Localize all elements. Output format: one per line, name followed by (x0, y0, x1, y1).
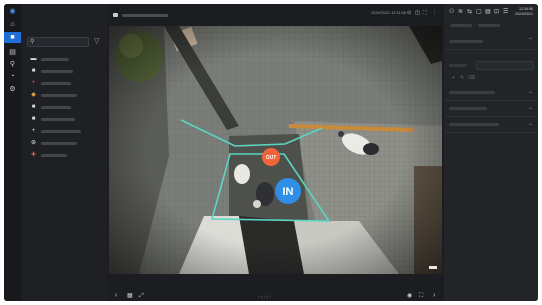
tree-item[interactable]: ■ (30, 68, 104, 75)
device-icon: ▬ (30, 56, 37, 62)
video-viewer[interactable]: OUT IN (109, 26, 442, 274)
add-icon[interactable]: + (452, 76, 455, 81)
section-label (449, 91, 495, 94)
share-icon[interactable]: ⇆ (467, 9, 472, 15)
record-icon[interactable]: ⊙ (407, 11, 411, 16)
alarm-icon[interactable]: ◔ (7, 72, 18, 81)
tree-item-label (41, 94, 77, 97)
lock-icon[interactable]: ⊡ (494, 9, 499, 15)
tree-item[interactable]: ■ (30, 116, 104, 123)
chevron-up-icon[interactable]: ⌃ (528, 37, 533, 45)
alert-icon: ✚ (30, 152, 37, 158)
live-view-nav-button[interactable]: ■ (4, 32, 21, 43)
wifi-icon[interactable]: ≋ (458, 9, 463, 15)
clock: 12:34:56 2024/03/21 (515, 7, 533, 16)
camera-icon: ■ (10, 34, 15, 41)
tree-item-label (41, 58, 69, 61)
settings-panel: ⚇ ≋ ⇆ ▢ ▤ ⊡ ☰ 12:34:56 2024/03/21 ⌃ + ✎ … (444, 4, 538, 301)
tab-events[interactable] (478, 24, 500, 27)
tree-item[interactable]: ◆ (30, 92, 104, 99)
expand-icon[interactable]: ⤢ (139, 291, 144, 301)
home-icon[interactable]: ⌂ (7, 20, 18, 29)
tree-item[interactable]: ■ (30, 104, 104, 111)
delete-icon[interactable]: ⌫ (468, 76, 475, 81)
chevron-down-icon[interactable]: ⌄ (528, 120, 533, 128)
ptz-camera-icon: ◆ (31, 92, 36, 98)
search-icon[interactable]: ⚲ (7, 60, 18, 69)
add-icon: + (31, 80, 36, 86)
fullscreen-icon[interactable]: ⛶ (423, 11, 427, 16)
layout-icon[interactable]: ▤ (485, 9, 491, 15)
menu-icon[interactable]: ☰ (503, 9, 508, 15)
tree-item-label (41, 106, 71, 109)
tree-item-label (41, 118, 75, 121)
viewer-toolbar: 2024/03/21 12:34:56 ⊙ ◫ ⛶ ⋮ (107, 4, 444, 26)
out-label: OUT (266, 155, 277, 161)
add-icon: + (31, 128, 36, 134)
tree-item-label (41, 130, 81, 133)
timestamp: 2024/03/21 12:34:56 (371, 11, 406, 15)
window-icon[interactable]: ▢ (476, 9, 482, 15)
device-tree-panel: ⚲ ▽ ▬ ■ + ◆ ■ ■ + ⊕ ✚ (21, 4, 107, 301)
chevron-right-icon[interactable]: › (433, 291, 435, 301)
settings-section[interactable]: ⌄ (444, 117, 538, 133)
camera-feed: OUT IN (109, 26, 442, 274)
fullscreen-icon[interactable]: ⛶ (419, 291, 423, 301)
more-icon[interactable]: ⋮ (432, 11, 437, 16)
chevron-left-icon[interactable]: ‹ (115, 291, 117, 301)
camera-name-label (122, 14, 168, 17)
nav-rail: ◉ ⌂ ■ ▤ ⚲ ◔ ⚙ (4, 4, 21, 301)
grid-layout-icon[interactable]: ▦ (127, 291, 133, 301)
camera-icon: ■ (31, 104, 36, 110)
settings-section[interactable]: ⌃ (444, 34, 538, 50)
camera-icon: ■ (31, 116, 36, 122)
tree-item-label (41, 154, 67, 157)
snapshot-icon[interactable]: ◫ (415, 11, 420, 16)
settings-field[interactable] (476, 61, 534, 70)
tree-item-label (41, 82, 71, 85)
section-label (449, 107, 487, 110)
search-icon: ⚲ (30, 39, 35, 45)
page-indicator: ‹ 1 / 1 › (258, 294, 271, 299)
section-label (449, 123, 499, 126)
chevron-down-icon[interactable]: ⌄ (528, 104, 533, 112)
search-input[interactable]: ⚲ (27, 37, 89, 47)
volume-icon[interactable]: ◉ (407, 291, 412, 301)
settings-section[interactable]: ⌄ (444, 85, 538, 101)
field-label (449, 64, 467, 67)
section-label (449, 40, 483, 43)
tree-item[interactable]: ▬ (30, 56, 104, 63)
clock-date: 2024/03/21 (515, 11, 533, 16)
tree-item[interactable]: ✚ (30, 152, 104, 159)
link-icon: ⊕ (30, 140, 37, 146)
settings-icon[interactable]: ⚙ (7, 85, 18, 94)
tree-item[interactable]: + (30, 128, 104, 135)
chevron-down-icon[interactable]: ⌄ (528, 88, 533, 96)
grid-icon[interactable]: ▤ (7, 48, 18, 57)
tree-item-label (41, 142, 77, 145)
user-icon[interactable]: ⚇ (449, 9, 454, 15)
logo-icon: ◉ (9, 8, 16, 15)
in-label: IN (283, 186, 294, 198)
camera-icon: ■ (31, 68, 36, 74)
stream-indicator (429, 266, 437, 269)
viewer-bottom-bar: ‹ ▦ ⤢ ‹ 1 / 1 › ◉ ⛶ › (107, 291, 444, 301)
settings-section[interactable]: ⌄ (444, 101, 538, 117)
tree-item[interactable]: ⊕ (30, 140, 104, 147)
tree-item-label (41, 70, 73, 73)
app-window: ◉ ⌂ ■ ▤ ⚲ ◔ ⚙ ⚲ ▽ ▬ ■ + ◆ ■ ■ + ⊕ ✚ 2024… (4, 4, 538, 301)
camera-icon (113, 13, 118, 17)
tab-settings[interactable] (450, 24, 472, 27)
filter-icon[interactable]: ▽ (94, 38, 99, 46)
edit-icon[interactable]: ✎ (460, 76, 464, 81)
tree-item[interactable]: + (30, 80, 104, 87)
